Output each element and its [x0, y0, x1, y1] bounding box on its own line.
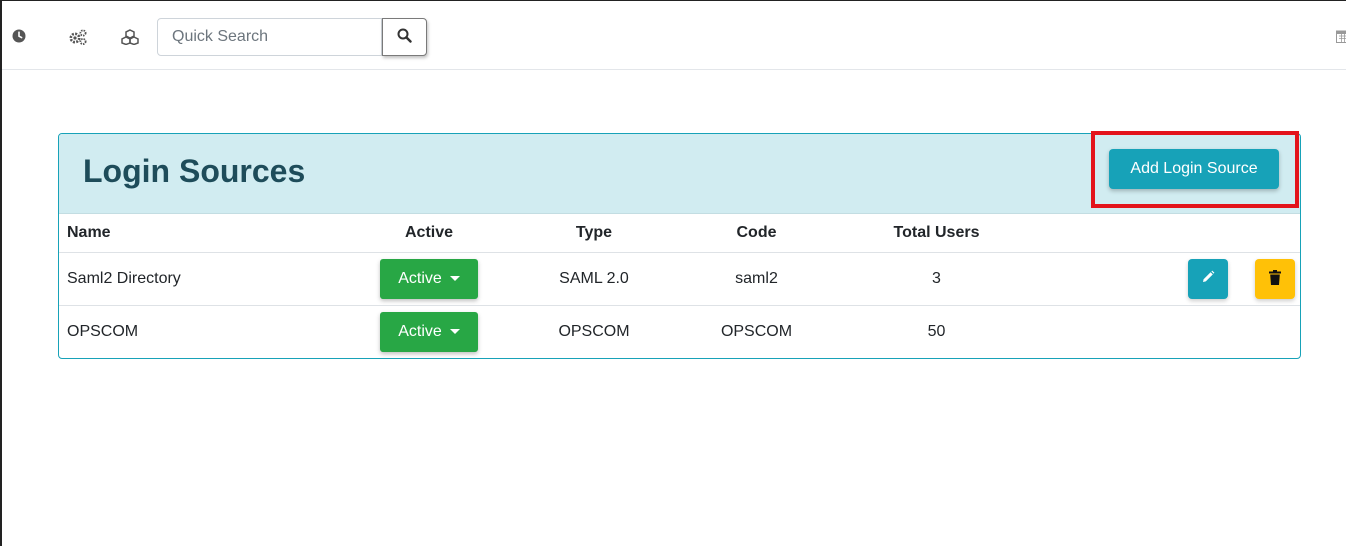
cell-total-users: 50: [927, 322, 946, 340]
cell-code: OPSCOM: [720, 322, 793, 340]
search-input[interactable]: [157, 18, 382, 56]
column-header-total-users[interactable]: Total Users: [824, 214, 1049, 253]
search-icon: [397, 28, 412, 46]
column-header-active[interactable]: Active: [359, 214, 499, 253]
status-dropdown-button[interactable]: Active: [380, 311, 478, 352]
pencil-icon: [1201, 270, 1215, 287]
quick-search: [157, 18, 427, 56]
cell-type: SAML 2.0: [499, 252, 689, 306]
cell-type: OPSCOM: [558, 322, 630, 340]
status-label: Active: [398, 269, 442, 287]
clock-icon[interactable]: [12, 29, 26, 46]
caret-down-icon: [449, 329, 460, 335]
column-header-actions: [1049, 214, 1300, 253]
delete-button[interactable]: [1255, 258, 1295, 299]
cell-active: Active: [359, 305, 499, 358]
add-login-source-button[interactable]: Add Login Source: [1109, 149, 1279, 189]
edit-button[interactable]: [1188, 258, 1228, 299]
cell-actions: [1049, 305, 1300, 358]
calendar-icon[interactable]: [1336, 29, 1346, 43]
cell-total-users: 3: [824, 252, 1049, 306]
login-sources-panel: Login Sources Add Login Source Name Acti…: [58, 133, 1301, 359]
cell-name: Saml2 Directory: [59, 252, 359, 306]
cell-code: saml2: [689, 252, 824, 306]
panel-header: Login Sources Add Login Source: [59, 134, 1300, 214]
cell-active: Active: [359, 252, 499, 306]
cell-actions: [1049, 252, 1300, 306]
cell-name: OPSCOM: [67, 322, 139, 340]
trash-icon: [1269, 269, 1281, 288]
status-dropdown-button[interactable]: Active: [380, 258, 478, 299]
column-header-type[interactable]: Type: [499, 214, 689, 253]
page-title: Login Sources: [83, 153, 306, 189]
search-button[interactable]: [382, 18, 427, 56]
status-label: Active: [398, 322, 442, 340]
caret-down-icon: [449, 276, 460, 281]
column-header-code[interactable]: Code: [689, 214, 824, 253]
table-row: Saml2 Directory Active SAML 2.0 saml2 3: [59, 252, 1300, 306]
gears-icon[interactable]: [68, 29, 88, 48]
table-row: OPSCOM Active OPSCOM OPSCOM 50: [59, 305, 1300, 358]
login-sources-table: Name Active Type Code Total Users Saml2 …: [59, 214, 1300, 358]
table-header-row: Name Active Type Code Total Users: [59, 214, 1300, 253]
column-header-name[interactable]: Name: [59, 214, 359, 253]
top-toolbar: [2, 1, 1346, 70]
cubes-icon[interactable]: [121, 29, 139, 48]
